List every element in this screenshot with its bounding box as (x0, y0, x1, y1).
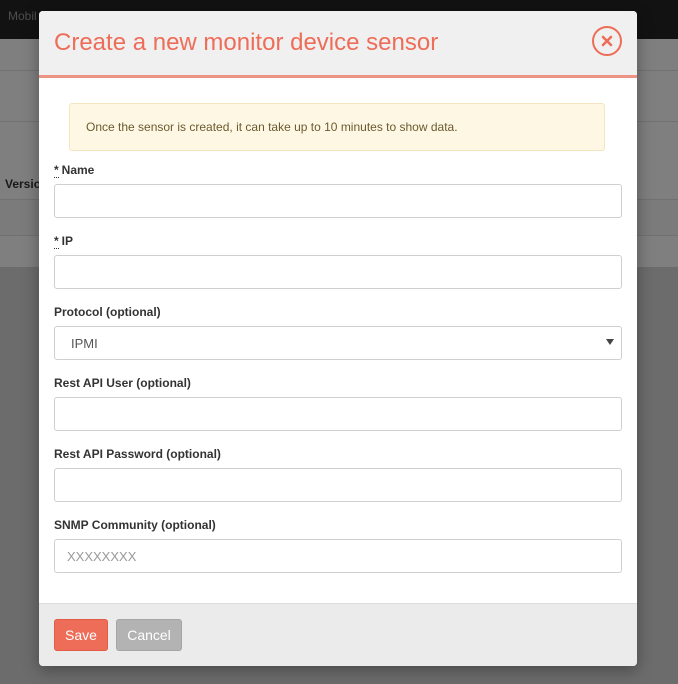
rest-password-input[interactable] (54, 468, 622, 502)
snmp-community-input[interactable] (54, 539, 622, 573)
name-label-text: Name (61, 163, 95, 177)
ip-label: * IP (54, 234, 74, 249)
protocol-select[interactable]: IPMI (54, 326, 622, 360)
ip-input[interactable] (54, 255, 622, 289)
caret-down-icon (606, 339, 614, 345)
info-notice: Once the sensor is created, it can take … (69, 103, 605, 151)
modal-title: Create a new monitor device sensor (54, 29, 439, 56)
rest-user-label: Rest API User (optional) (54, 376, 191, 390)
snmp-label: SNMP Community (optional) (54, 518, 216, 532)
create-sensor-modal: Create a new monitor device sensor Once … (39, 11, 637, 666)
protocol-label: Protocol (optional) (54, 305, 161, 319)
modal-header: Create a new monitor device sensor (39, 11, 637, 78)
ip-label-text: IP (61, 234, 74, 248)
close-button[interactable] (592, 26, 622, 56)
name-label: * Name (54, 163, 95, 178)
rest-password-label: Rest API Password (optional) (54, 447, 221, 461)
save-button[interactable]: Save (54, 619, 108, 651)
rest-user-input[interactable] (54, 397, 622, 431)
close-icon (601, 35, 613, 47)
cancel-button[interactable]: Cancel (116, 619, 182, 651)
notice-text: Once the sensor is created, it can take … (86, 120, 458, 134)
modal-footer: Save Cancel (39, 603, 637, 666)
protocol-selected-value: IPMI (71, 336, 98, 351)
name-input[interactable] (54, 184, 622, 218)
required-marker: * (54, 163, 59, 178)
required-marker: * (54, 234, 59, 249)
